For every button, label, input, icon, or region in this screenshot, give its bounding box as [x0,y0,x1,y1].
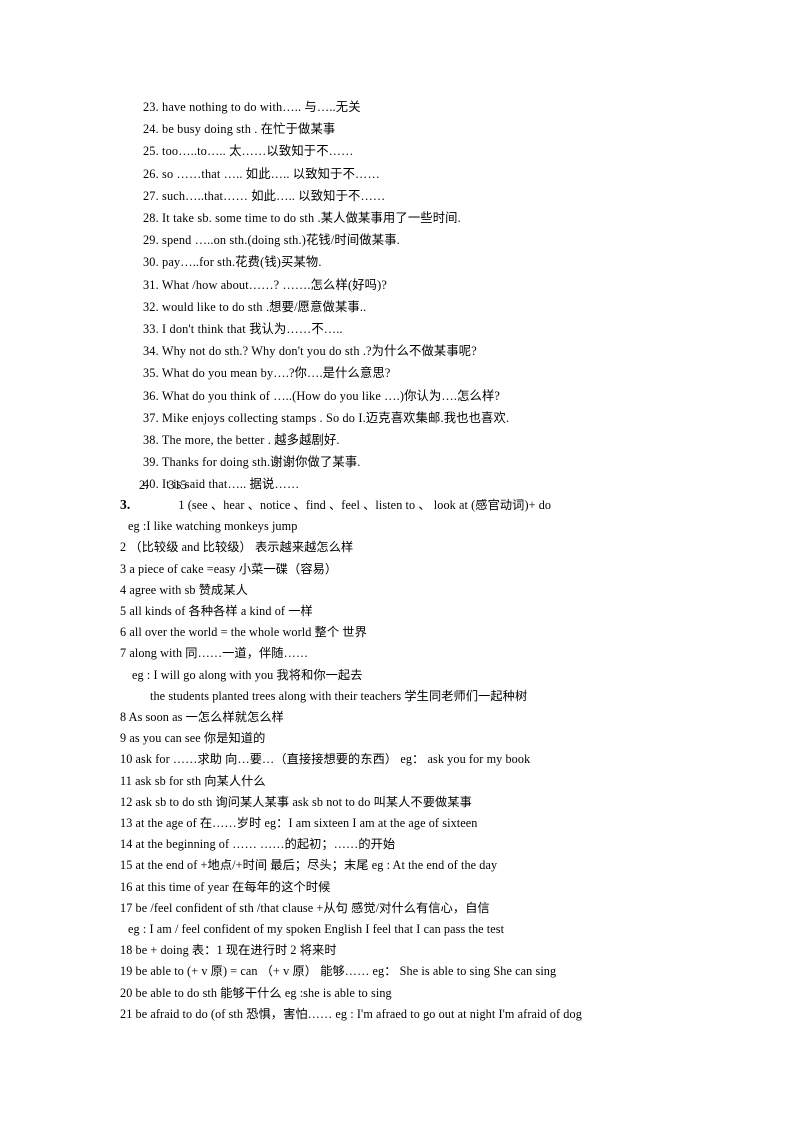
section-marker-2-number: 2. [139,478,149,492]
document-page: 23. have nothing to do with….. 与…..无关 24… [0,0,794,1123]
list-item: 11 ask sb for sth 向某人什么 [120,773,266,788]
list-item: 10 ask for ……求助 向…要…（直接接想要的东西） eg： ask y… [120,752,531,767]
list-item: eg : I will go along with you 我将和你一起去 [132,667,363,682]
list-item: 35. What do you mean by….?你….是什么意思? [143,366,391,381]
list-item: 12 ask sb to do sth 询问某人某事 ask sb not to… [120,794,472,809]
list-item: eg : I am / feel confident of my spoken … [128,922,505,937]
list-item: 3 a piece of cake =easy 小菜一碟（容易） [120,561,338,576]
list-item: 30. pay…..for sth.花费(钱)买某物. [143,255,322,270]
section-heading-3-number: 3. [120,497,131,512]
list-item: 40. It is said that….. 据说…… [143,477,300,492]
list-item: 5 all kinds of 各种各样 a kind of 一样 [120,604,313,619]
list-item: 31. What /how about……? …….怎么样(好吗)? [143,277,387,292]
list-item: the students planted trees along with th… [150,688,528,703]
list-item: 33. I don't think that 我认为……不….. [143,322,343,337]
list-item: 21 be afraid to do (of sth 恐惧，害怕…… eg : … [120,1006,582,1021]
list-item: 8 As soon as 一怎么样就怎么样 [120,710,284,725]
numbered-phrase-list-bottom: 3. 1 (see 、hear 、notice 、find 、feel 、list… [120,494,760,1025]
list-item: 2 （比较级 and 比较级） 表示越来越怎么样 [120,540,354,555]
list-item: 36. What do you think of …..(How do you … [143,388,501,403]
list-item: 27. such…..that…… 如此….. 以致知于不…… [143,188,386,203]
list-item: 39. Thanks for doing sth.谢谢你做了某事. [143,455,361,470]
list-item: 14 at the beginning of …… ……的起初；……的开始 [120,837,396,852]
list-item: 4 agree with sb 赞成某人 [120,582,248,597]
list-item: eg :I like watching monkeys jump [128,519,298,534]
list-item: 6 all over the world = the whole world 整… [120,625,367,640]
list-item: 25. too…..to….. 太……以致知于不…… [143,144,354,159]
list-item: 13 at the age of 在……岁时 eg：I am sixteen I… [120,816,478,831]
section-heading-3: 3. 1 (see 、hear 、notice 、find 、feel 、list… [120,494,760,516]
list-item: 34. Why not do sth.? Why don't you do st… [143,344,477,359]
list-item: 24. be busy doing sth . 在忙于做某事 [143,122,336,137]
numbered-phrase-list-top: 23. have nothing to do with….. 与…..无关 24… [143,96,743,496]
list-item: 19 be able to (+ v 原) = can （+ v 原） 能够……… [120,964,557,979]
list-item: 9 as you can see 你是知道的 [120,731,266,746]
section-marker-2-value: 315 [168,478,187,492]
list-item: 7 along with 同……一道，伴随…… [120,646,309,661]
list-item: 17 be /feel confident of sth /that claus… [120,900,490,915]
list-item: 29. spend …..on sth.(doing sth.)花钱/时间做某事… [143,233,400,248]
section-heading-3-text: 1 (see 、hear 、notice 、find 、feel 、listen… [178,498,552,512]
list-item: 37. Mike enjoys collecting stamps . So d… [143,410,510,425]
list-item: 16 at this time of year 在每年的这个时候 [120,879,331,894]
list-item: 20 be able to do sth 能够干什么 eg :she is ab… [120,985,392,1000]
list-item: 28. It take sb. some time to do sth .某人做… [143,211,461,226]
list-item: 26. so ……that ….. 如此….. 以致知于不…… [143,166,380,181]
section-marker-2: 2. 315 [139,474,187,496]
list-item: 32. would like to do sth .想要/愿意做某事.. [143,299,367,314]
list-item: 38. The more, the better . 越多越剧好. [143,433,340,448]
list-item: 23. have nothing to do with….. 与…..无关 [143,100,361,114]
list-item: 18 be + doing 表：1 现在进行时 2 将来时 [120,943,337,958]
list-item: 15 at the end of +地点/+时间 最后；尽头；末尾 eg : A… [120,858,498,873]
